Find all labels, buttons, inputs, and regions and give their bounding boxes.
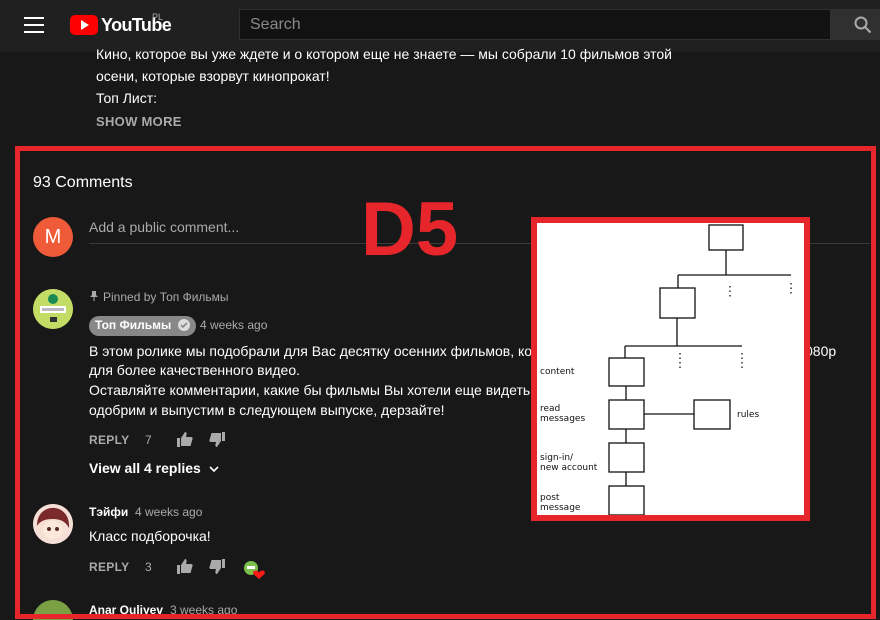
author-name-text: Топ Фильмы [95, 318, 172, 332]
annotation-label: D5 [361, 187, 459, 272]
thumb-down-icon[interactable] [209, 432, 225, 448]
description-line: Кино, которое вы уже ждете и о котором е… [96, 46, 672, 62]
search-icon [854, 16, 872, 34]
pinned-label: Pinned by Топ Фильмы [89, 290, 229, 304]
pin-icon [90, 291, 98, 301]
channel-avatar-image [33, 289, 73, 329]
sketch-label: read [540, 404, 560, 414]
thumb-up-icon[interactable] [177, 558, 193, 574]
comment-count: 93 Comments [33, 174, 133, 191]
pinned-text: Pinned by Топ Фильмы [103, 290, 229, 304]
sketch-diagram: content read messages rules sign-in/ new… [531, 217, 810, 521]
description-line: Топ Лист: [96, 90, 158, 106]
author-name[interactable]: Anar Quliyev [89, 603, 163, 617]
comment-text: Оставляйте комментарии, какие бы фильмы … [89, 382, 531, 398]
thumb-down-icon[interactable] [209, 559, 225, 575]
like-count: 7 [145, 433, 152, 447]
sketch-label: rules [737, 410, 759, 420]
reply-button[interactable]: REPLY [89, 433, 129, 447]
reply-button[interactable]: REPLY [89, 560, 129, 574]
avatar[interactable]: M [33, 217, 73, 257]
chevron-down-icon [209, 466, 219, 473]
comment-text: для более качественного видео. [89, 362, 301, 378]
sketch-label: sign-in/ [540, 453, 574, 463]
sketch-label: content [540, 367, 575, 377]
user-avatar-image [33, 504, 73, 544]
comment-timestamp[interactable]: 3 weeks ago [170, 603, 237, 617]
logo-region: PL [152, 12, 164, 22]
show-more-button[interactable]: SHOW MORE [96, 114, 182, 129]
like-count: 3 [145, 560, 152, 574]
author-name[interactable]: Топ Фильмы [89, 316, 196, 336]
search-input[interactable]: Search [239, 9, 831, 40]
comment-timestamp[interactable]: 4 weeks ago [135, 505, 202, 519]
sketch-tree: content read messages rules sign-in/ new… [540, 224, 792, 515]
check-icon [177, 319, 190, 331]
view-replies-button[interactable]: View all 4 replies [89, 460, 219, 476]
comment-text: одобрим и выпустим в следующем выпуске, … [89, 402, 445, 418]
thumb-up-icon[interactable] [177, 431, 193, 447]
avatar[interactable] [33, 504, 73, 544]
search-button[interactable] [831, 9, 880, 40]
play-icon [70, 15, 98, 35]
comment-text: В этом ролике мы подобрали для Вас десят… [89, 343, 533, 359]
description-line: осени, которые взорвут кинопрокат! [96, 68, 330, 84]
sketch-label: post [540, 493, 560, 503]
view-replies-text: View all 4 replies [89, 460, 201, 476]
sketch-label: messages [540, 414, 585, 424]
avatar[interactable] [33, 289, 73, 329]
hamburger-icon[interactable] [24, 17, 44, 33]
youtube-logo[interactable]: YouTube PL [70, 12, 172, 36]
avatar[interactable] [33, 600, 73, 620]
sketch-label: new account [540, 463, 598, 473]
sketch-label: message [540, 503, 581, 513]
heart-icon [244, 561, 265, 579]
comment-text: Класс подборочка! [89, 528, 211, 544]
comment-timestamp[interactable]: 4 weeks ago [200, 318, 267, 332]
author-name[interactable]: Тэйфи [89, 505, 128, 519]
